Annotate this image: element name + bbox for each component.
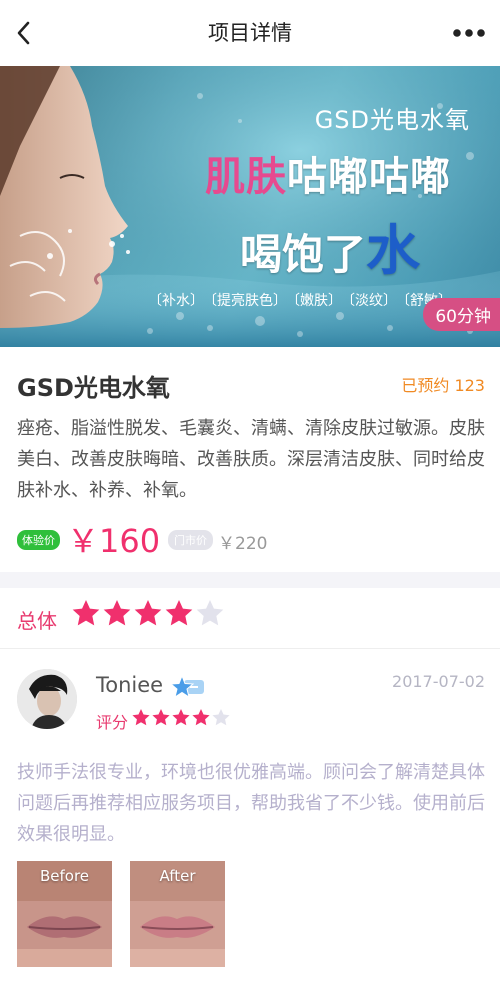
section-divider [0,572,500,588]
reviewer-name: Toniee [96,673,164,697]
market-price-tag: 门市价 [168,530,213,550]
banner-tag: 〔淡纹〕 [348,293,397,309]
duration-badge: 60分钟 [423,298,500,331]
more-dots-icon [453,29,485,37]
avatar[interactable] [17,669,77,729]
banner-product-name: GSD光电水氧 [314,106,470,134]
user-avatar-image [17,669,77,729]
product-name: GSD光电水氧 [17,374,170,402]
banner-headline-2: 喝饱了水 [240,206,420,285]
star-filled-icon [103,600,131,626]
banner-tag: 〔嫩肤〕 [293,293,342,309]
star-filled-icon [165,600,193,626]
star-filled-icon [72,600,100,626]
star-filled-icon [152,709,170,726]
review-date: 2017-07-02 [392,672,485,691]
booked-count: 已预约 123 [401,376,485,395]
photo-label-after: After [159,867,196,885]
review-score-label: 评分 [96,713,129,732]
price-row: 体验价 ￥160 门市价 ￥220 [17,516,487,560]
user-level-badge [169,674,206,703]
market-price: ￥220 [218,534,268,554]
star-filled-icon [172,709,190,726]
review-photo-after[interactable]: After [130,861,225,967]
rating-divider [0,648,500,649]
more-button[interactable] [452,18,486,48]
star-filled-icon [134,600,162,626]
overall-rating-label: 总体 [17,609,57,633]
stars-svg [132,709,230,726]
review-text: 技师手法很专业，环境也很优雅高端。顾问会了解清楚具体问题后再推荐相应服务项目，帮… [17,762,485,845]
banner-tags: 〔补水〕〔提亮肤色〕〔嫩肤〕〔淡纹〕〔舒敏〕 [148,290,458,310]
review-score-stars [132,708,230,730]
star-filled-icon [192,709,210,726]
product-description: 痤疮、脂溢性脱发、毛囊炎、清螨、清除皮肤过敏源。皮肤美白、改善皮肤晦暗、改善肤质… [17,418,485,501]
banner-headline-2c: 水 [366,219,421,282]
star-badge-icon [169,674,204,699]
banner-tag: 〔提亮肤色〕 [210,293,287,309]
navbar: 项目详情 [0,0,500,66]
banner-headline-2b: 饱了 [282,230,367,279]
overall-rating-stars [72,599,224,635]
banner-tag: 〔补水〕 [148,293,204,309]
star-empty-icon [212,709,230,726]
product-banner: GSD光电水氧 肌肤咕嘟咕嘟 喝饱了水 〔补水〕〔提亮肤色〕〔嫩肤〕〔淡纹〕〔舒… [0,66,500,347]
banner-headline-2a: 喝 [240,230,283,279]
banner-headline-1: 肌肤咕嘟咕嘟 [205,144,451,202]
banner-headline-1b: 咕嘟咕嘟 [287,154,451,200]
experience-price-tag: 体验价 [17,530,60,550]
banner-headline-1a: 肌肤 [205,154,287,200]
star-empty-icon [196,600,224,626]
star-filled-icon [132,709,150,726]
review-photo-before[interactable]: Before [17,861,112,967]
photo-label-before: Before [39,867,90,885]
experience-price: ￥160 [67,522,161,560]
stars-svg [72,600,224,626]
page-title: 项目详情 [208,21,292,45]
